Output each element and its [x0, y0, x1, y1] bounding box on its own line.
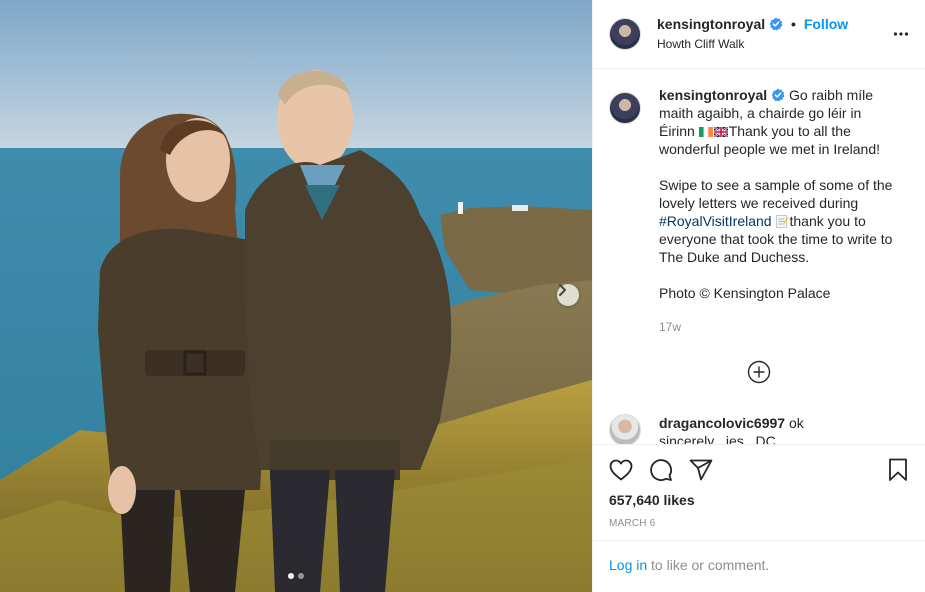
like-button[interactable]	[601, 450, 641, 490]
comment-body-continued: sincerely , jes , DC	[659, 433, 776, 444]
post-actions-area: 657,640 likes MARCH 6	[593, 444, 925, 529]
post-side-panel: kensingtonroyal • Follow Howth Cliff Wal…	[592, 0, 925, 592]
comment-body: ok	[785, 415, 804, 431]
carousel-dot-2	[298, 573, 304, 579]
comment-button[interactable]	[641, 450, 681, 490]
caption-author-avatar[interactable]	[609, 92, 641, 124]
login-link[interactable]: Log in	[609, 557, 647, 573]
heart-icon	[609, 459, 633, 481]
separator-bullet: •	[791, 16, 796, 32]
next-photo-button[interactable]	[557, 284, 579, 306]
more-options-icon[interactable]	[893, 26, 909, 42]
action-bar	[593, 445, 925, 495]
author-avatar[interactable]	[609, 18, 641, 50]
verified-badge-icon	[771, 88, 785, 102]
post-date[interactable]: MARCH 6	[593, 518, 925, 529]
carousel-dot-1	[288, 573, 294, 579]
plus-circle-icon[interactable]	[747, 360, 771, 384]
caption-body: kensingtonroyal Go raibh míle maith agai…	[659, 86, 899, 336]
login-prompt-text: to like or comment.	[647, 557, 770, 573]
comment-bubble-icon	[650, 459, 672, 481]
commenter-avatar[interactable]	[609, 414, 641, 444]
caption-author-username[interactable]: kensingtonroyal	[659, 87, 767, 103]
chevron-right-icon	[559, 284, 566, 296]
post-time-ago[interactable]: 17w	[659, 318, 899, 336]
post-photo[interactable]	[0, 0, 592, 592]
post-location[interactable]: Howth Cliff Walk	[657, 35, 848, 53]
hashtag-link[interactable]: #RoyalVisitIreland	[659, 213, 772, 229]
caption-row: kensingtonroyal Go raibh míle maith agai…	[609, 86, 910, 336]
commenter-username[interactable]: dragancolovic6997	[659, 415, 785, 431]
follow-button[interactable]: Follow	[804, 16, 848, 32]
bookmark-icon	[889, 458, 907, 481]
share-button[interactable]	[681, 450, 721, 490]
share-paper-plane-icon	[689, 459, 713, 481]
memo-emoji-icon	[776, 215, 790, 228]
comment-item: dragancolovic6997 ok sincerely , jes , D…	[609, 414, 899, 444]
author-username[interactable]: kensingtonroyal	[657, 16, 765, 32]
ireland-flag-icon	[698, 127, 713, 137]
comments-section[interactable]: kensingtonroyal Go raibh míle maith agai…	[593, 70, 925, 444]
uk-flag-icon	[713, 127, 728, 137]
header-names: kensingtonroyal • Follow Howth Cliff Wal…	[657, 15, 848, 53]
post-header: kensingtonroyal • Follow Howth Cliff Wal…	[593, 0, 925, 69]
login-prompt: Log in to like or comment.	[593, 540, 925, 592]
photo-scene	[0, 0, 592, 592]
save-button[interactable]	[878, 450, 918, 490]
carousel-indicator	[0, 573, 592, 579]
verified-badge-icon	[769, 17, 783, 31]
comment-text: dragancolovic6997 ok sincerely , jes , D…	[659, 414, 899, 444]
